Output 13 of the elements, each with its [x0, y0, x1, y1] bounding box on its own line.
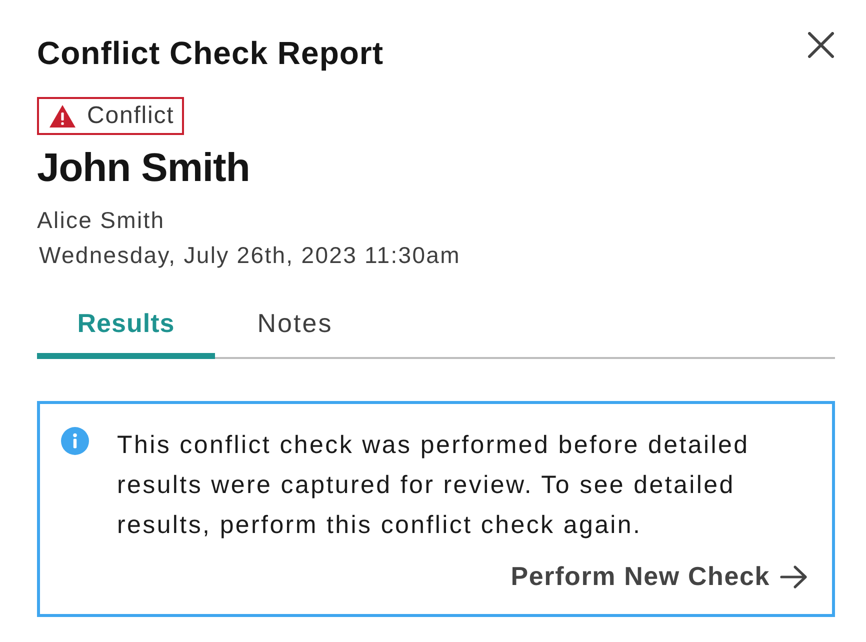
notice-message: This conflict check was performed before detailed results were captured for review. To see detailed results, perform this conflict check again.: [117, 430, 750, 541]
tab[interactable]: Notes: [215, 301, 375, 359]
dialog-title: Conflict Check Report: [37, 35, 384, 72]
requester-name: Alice Smith: [37, 206, 166, 235]
check-date: Wednesday, July 26th, 2023 11:30am: [39, 241, 462, 270]
status-label: Conflict: [87, 102, 174, 130]
client-name: John Smith: [37, 145, 251, 192]
tab[interactable]: Results: [37, 301, 215, 359]
arrow-right-icon: [780, 564, 808, 588]
perform-new-check-link[interactable]: Perform New Check: [510, 561, 808, 592]
close-icon: [808, 32, 834, 58]
warning-icon: [49, 104, 76, 128]
info-icon: [61, 427, 89, 455]
